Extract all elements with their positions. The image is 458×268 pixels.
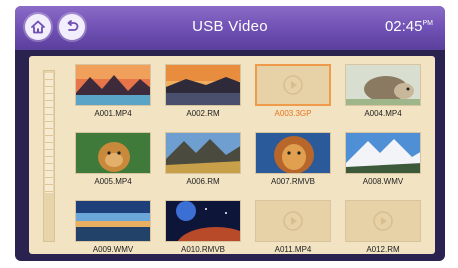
page-title: USB Video	[192, 18, 268, 35]
video-item[interactable]: A005.MP4	[75, 132, 155, 186]
video-thumbnail	[165, 200, 241, 242]
video-thumbnail	[255, 132, 331, 174]
clock-suffix: PM	[422, 20, 434, 27]
video-filename: A010.RMVB	[180, 245, 226, 254]
video-item[interactable]: A007.RMVB	[255, 132, 335, 186]
play-icon	[283, 75, 303, 95]
video-thumbnail	[75, 200, 151, 242]
video-filename: A001.MP4	[94, 109, 132, 118]
screen: USB Video 02:45PM A001.MP4 A002.RM A003.…	[15, 6, 445, 261]
video-thumbnail-placeholder	[255, 200, 331, 242]
video-filename: A011.MP4	[274, 245, 312, 254]
video-item[interactable]: A008.WMV	[345, 132, 425, 186]
video-thumbnail	[75, 132, 151, 174]
top-bar: USB Video 02:45PM	[15, 6, 445, 50]
scrollbar[interactable]	[43, 70, 55, 242]
video-filename: A002.RM	[186, 109, 220, 118]
video-filename: A006.RM	[186, 177, 220, 186]
play-icon	[373, 211, 393, 231]
video-thumbnail	[345, 64, 421, 106]
video-filename: A003.3GP	[274, 109, 312, 118]
clock-time: 02:45	[384, 18, 423, 35]
video-filename: A012.RM	[366, 245, 400, 254]
video-item[interactable]: A011.MP4	[255, 200, 335, 254]
video-thumbnail	[345, 132, 421, 174]
video-item-selected[interactable]: A003.3GP	[255, 64, 335, 118]
video-item[interactable]: A004.MP4	[345, 64, 425, 118]
video-filename: A008.WMV	[362, 177, 404, 186]
video-filename: A009.WMV	[92, 245, 134, 254]
video-item[interactable]: A002.RM	[165, 64, 245, 118]
video-thumbnail	[75, 64, 151, 106]
video-thumbnail	[165, 64, 241, 106]
video-thumbnail-placeholder	[345, 200, 421, 242]
video-item[interactable]: A012.RM	[345, 200, 425, 254]
video-filename: A007.RMVB	[270, 177, 316, 186]
scrollbar-thumb[interactable]	[45, 73, 53, 193]
video-item[interactable]: A001.MP4	[75, 64, 155, 118]
video-item[interactable]: A006.RM	[165, 132, 245, 186]
video-filename: A004.MP4	[364, 109, 402, 118]
video-browser-panel: A001.MP4 A002.RM A003.3GP A004.MP4 A005.…	[29, 56, 435, 254]
video-filename: A005.MP4	[94, 177, 132, 186]
clock: 02:45PM	[385, 18, 433, 35]
video-item[interactable]: A009.WMV	[75, 200, 155, 254]
video-thumbnail-placeholder	[255, 64, 331, 106]
video-thumbnail	[165, 132, 241, 174]
play-icon	[283, 211, 303, 231]
video-item[interactable]: A010.RMVB	[165, 200, 245, 254]
